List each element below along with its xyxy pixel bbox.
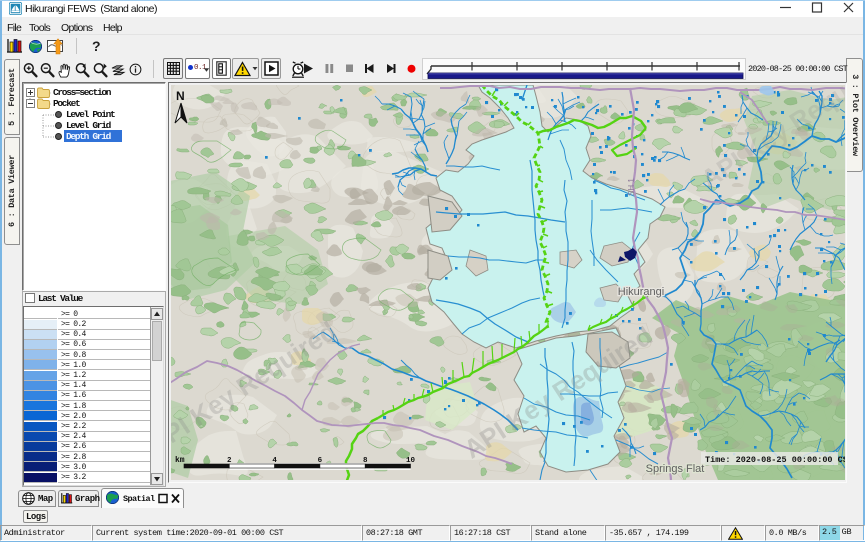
svg-text:Time: 2020-08-25 00:00:00 CST: Time: 2020-08-25 00:00:00 CST bbox=[705, 455, 845, 465]
svg-text:SH 1: SH 1 bbox=[627, 178, 636, 196]
svg-text:N: N bbox=[176, 89, 185, 103]
svg-text:Hikurangi: Hikurangi bbox=[618, 286, 664, 298]
svg-text:6: 6 bbox=[318, 457, 323, 465]
svg-text:Springs Flat: Springs Flat bbox=[646, 463, 705, 475]
svg-text:10: 10 bbox=[406, 457, 416, 465]
svg-text:2: 2 bbox=[227, 457, 232, 465]
svg-text:4: 4 bbox=[272, 457, 277, 465]
svg-text:8: 8 bbox=[363, 457, 368, 465]
svg-text:km: km bbox=[175, 456, 185, 465]
